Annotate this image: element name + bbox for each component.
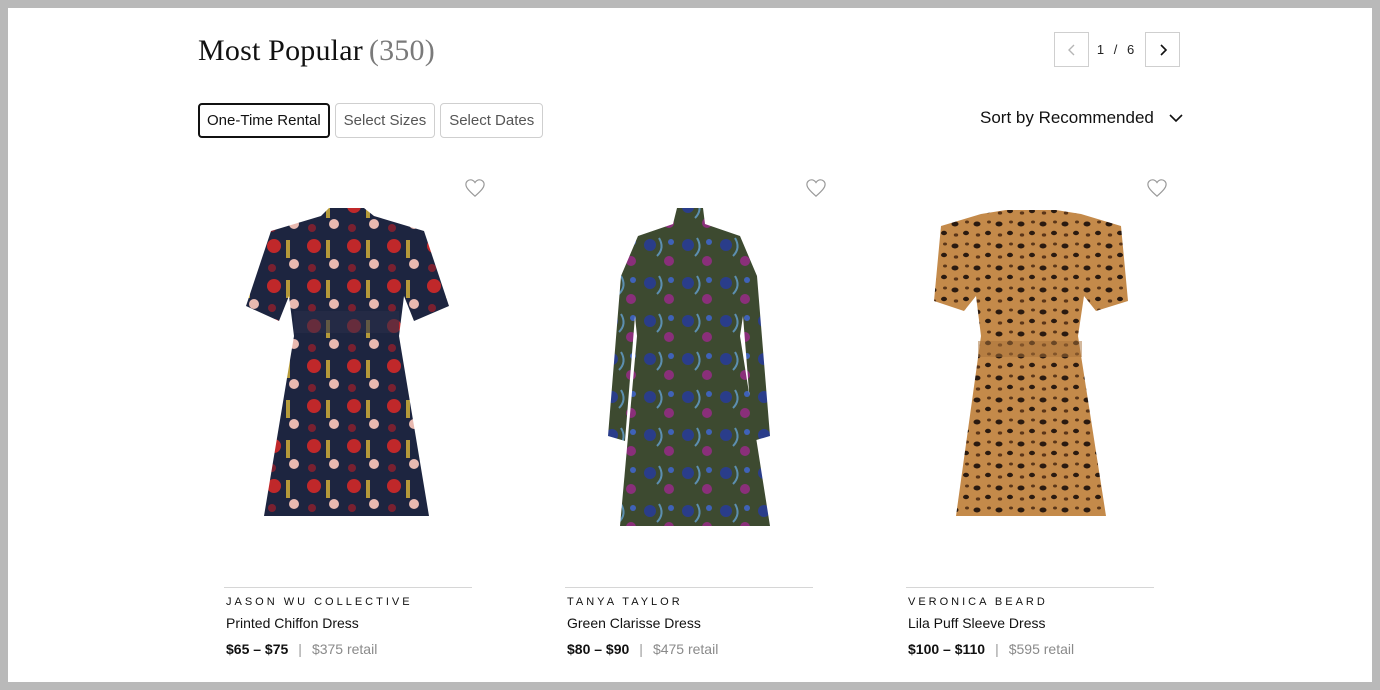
product-card[interactable]: TANYA TAYLOR Green Clarisse Dress $80 – … <box>565 168 826 668</box>
result-count: (350) <box>368 34 435 67</box>
product-price: $80 – $90 | $475 retail <box>567 641 718 657</box>
pagination: 1 / 6 <box>1054 32 1180 67</box>
product-brand: TANYA TAYLOR <box>567 596 683 608</box>
sort-dropdown[interactable]: Sort by Recommended <box>980 108 1184 128</box>
price-separator: | <box>639 641 643 657</box>
product-card[interactable]: VERONICA BEARD Lila Puff Sleeve Dress $1… <box>906 168 1167 668</box>
chevron-down-icon <box>1169 114 1183 123</box>
chevron-right-icon <box>1159 43 1167 56</box>
retail-price: $475 retail <box>652 641 719 657</box>
product-image[interactable] <box>906 196 1154 581</box>
chevron-left-icon <box>1067 44 1074 55</box>
page-separator: / <box>1113 42 1121 57</box>
product-price: $100 – $110 | $595 retail <box>908 641 1074 657</box>
current-page: 1 <box>1096 42 1108 57</box>
rental-price: $80 – $90 <box>567 641 630 657</box>
product-brand: VERONICA BEARD <box>908 596 1048 608</box>
retail-price: $375 retail <box>311 641 378 657</box>
heart-icon[interactable] <box>464 178 486 198</box>
price-separator: | <box>298 641 302 657</box>
product-card[interactable]: JASON WU COLLECTIVE Printed Chiffon Dres… <box>224 168 485 668</box>
divider <box>906 587 1154 588</box>
page-frame: Most Popular (350) 1 / 6 One-Time Rental … <box>8 8 1372 682</box>
heart-icon[interactable] <box>805 178 827 198</box>
page-title: Most Popular (350) <box>198 34 435 68</box>
product-brand: JASON WU COLLECTIVE <box>226 596 413 608</box>
product-name[interactable]: Green Clarisse Dress <box>567 615 701 631</box>
retail-price: $595 retail <box>1008 641 1075 657</box>
next-page-button[interactable] <box>1145 32 1180 67</box>
filter-one-time-rental[interactable]: One-Time Rental <box>198 103 330 138</box>
product-price: $65 – $75 | $375 retail <box>226 641 377 657</box>
product-image[interactable] <box>565 196 813 581</box>
filter-select-sizes[interactable]: Select Sizes <box>334 103 436 138</box>
divider <box>224 587 472 588</box>
prev-page-button[interactable] <box>1054 32 1089 67</box>
title-text: Most Popular <box>198 34 363 67</box>
price-separator: | <box>995 641 999 657</box>
product-name[interactable]: Printed Chiffon Dress <box>226 615 359 631</box>
filter-bar: One-Time Rental Select Sizes Select Date… <box>198 103 544 138</box>
filter-select-dates[interactable]: Select Dates <box>440 103 544 138</box>
divider <box>565 587 813 588</box>
product-image[interactable] <box>224 196 472 581</box>
sort-label: Sort by Recommended <box>980 108 1154 127</box>
total-pages: 6 <box>1126 42 1138 57</box>
page-indicator: 1 / 6 <box>1089 42 1145 57</box>
heart-icon[interactable] <box>1146 178 1168 198</box>
rental-price: $65 – $75 <box>226 641 289 657</box>
product-name[interactable]: Lila Puff Sleeve Dress <box>908 615 1045 631</box>
rental-price: $100 – $110 <box>908 641 986 657</box>
